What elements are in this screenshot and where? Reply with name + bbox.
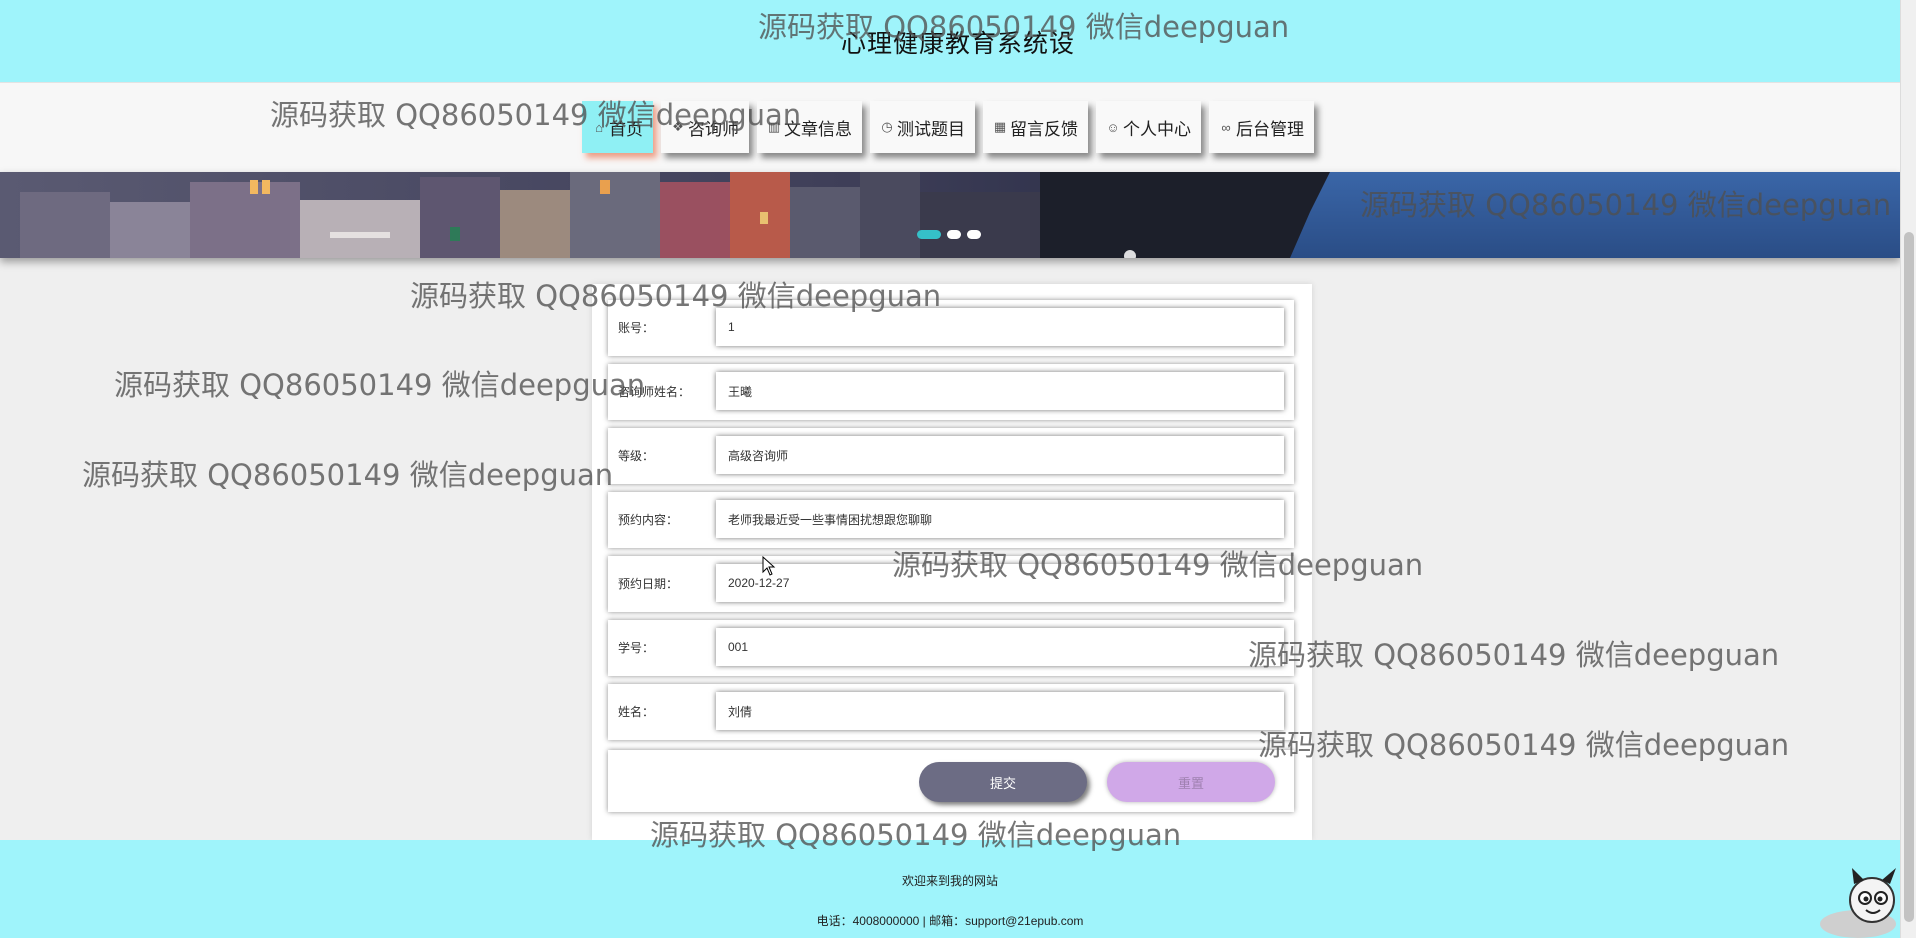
appointment-date-input[interactable]	[716, 564, 1284, 602]
nav-item-tests[interactable]: ◷ 测试题目	[870, 101, 975, 153]
counselor-name-input[interactable]	[716, 372, 1284, 410]
form-row-appointment-date: 预约日期：	[608, 556, 1294, 612]
counselor-name-label: 咨询师姓名：	[618, 385, 691, 399]
form-actions: 提交 重置	[608, 750, 1294, 812]
main-nav: ⌂ 首页 ❖ 咨询师 ▥ 文章信息 ◷ 测试题目 ▦ 留言反馈 ☺ 个人中心 ∞…	[0, 82, 1916, 172]
appointment-date-label: 预约日期：	[618, 577, 679, 591]
nav-item-home[interactable]: ⌂ 首页	[582, 101, 653, 153]
nav-item-label: 后台管理	[1236, 119, 1304, 139]
watermark-text: 源码获取 QQ86050149 微信deepguan	[82, 458, 614, 492]
carousel-dots	[917, 230, 981, 239]
appointment-form: 账号： 咨询师姓名： 等级： 预约内容： 预约日期： 学号： 姓名： 提交	[592, 284, 1312, 840]
form-row-appointment-content: 预约内容：	[608, 492, 1294, 548]
student-id-input[interactable]	[716, 628, 1284, 666]
account-label: 账号：	[618, 321, 655, 335]
nav-item-counselor[interactable]: ❖ 咨询师	[661, 101, 749, 153]
vertical-scrollbar[interactable]	[1900, 0, 1916, 938]
level-input[interactable]	[716, 436, 1284, 474]
form-row-student-id: 学号：	[608, 620, 1294, 676]
link-icon: ∞	[1221, 119, 1231, 135]
account-input[interactable]	[716, 308, 1284, 346]
site-title: 心理健康教育系统设	[840, 30, 1075, 58]
banner-carousel[interactable]	[0, 172, 1900, 258]
carousel-dot[interactable]	[947, 230, 961, 239]
carousel-dot[interactable]	[967, 230, 981, 239]
form-row-account: 账号：	[608, 300, 1294, 356]
book-icon: ▥	[767, 119, 781, 134]
nav-item-label: 个人中心	[1123, 119, 1191, 139]
appointment-content-input[interactable]	[716, 500, 1284, 538]
nav-item-label: 咨询师	[688, 119, 739, 139]
home-icon: ⌂	[595, 119, 603, 135]
nav-item-admin[interactable]: ∞ 后台管理	[1209, 101, 1314, 153]
nav-item-profile[interactable]: ☺ 个人中心	[1096, 101, 1201, 153]
nav-item-label: 测试题目	[897, 119, 965, 139]
user-icon: ☺	[1106, 119, 1120, 135]
name-input[interactable]	[716, 692, 1284, 730]
grid-icon: ▦	[993, 119, 1007, 134]
header: 心理健康教育系统设	[0, 0, 1916, 82]
submit-button[interactable]: 提交	[919, 762, 1087, 802]
watermark-text: 源码获取 QQ86050149 微信deepguan	[1258, 728, 1790, 762]
appointment-content-label: 预约内容：	[618, 513, 679, 527]
banner-image	[0, 172, 1900, 258]
level-label: 等级：	[618, 449, 655, 463]
nav-item-label: 首页	[609, 119, 643, 139]
student-id-label: 学号：	[618, 641, 655, 655]
reset-button[interactable]: 重置	[1107, 762, 1275, 802]
footer-contact-text: 电话：4008000000 | 邮箱：support@21epub.com	[816, 914, 1084, 928]
page: 心理健康教育系统设 ⌂ 首页 ❖ 咨询师 ▥ 文章信息 ◷ 测试题目 ▦ 留言反…	[0, 0, 1916, 938]
carousel-dot[interactable]	[917, 230, 941, 239]
footer-welcome-text: 欢迎来到我的网站	[901, 874, 998, 888]
layers-icon: ❖	[672, 119, 684, 134]
watermark-text: 源码获取 QQ86050149 微信deepguan	[1248, 638, 1780, 672]
watermark-text: 源码获取 QQ86050149 微信deepguan	[114, 368, 646, 402]
form-row-level: 等级：	[608, 428, 1294, 484]
nav-item-label: 留言反馈	[1010, 119, 1078, 139]
name-label: 姓名：	[618, 705, 655, 719]
form-row-name: 姓名：	[608, 684, 1294, 740]
nav-item-feedback[interactable]: ▦ 留言反馈	[983, 101, 1088, 153]
scrollbar-thumb[interactable]	[1904, 232, 1914, 922]
nav-menu: ⌂ 首页 ❖ 咨询师 ▥ 文章信息 ◷ 测试题目 ▦ 留言反馈 ☺ 个人中心 ∞…	[582, 101, 1314, 155]
footer: 欢迎来到我的网站 电话：4008000000 | 邮箱：support@21ep…	[0, 840, 1900, 938]
clock-icon: ◷	[881, 119, 893, 134]
form-row-counselor-name: 咨询师姓名：	[608, 364, 1294, 420]
nav-item-label: 文章信息	[784, 119, 852, 139]
nav-item-articles[interactable]: ▥ 文章信息	[757, 101, 862, 153]
